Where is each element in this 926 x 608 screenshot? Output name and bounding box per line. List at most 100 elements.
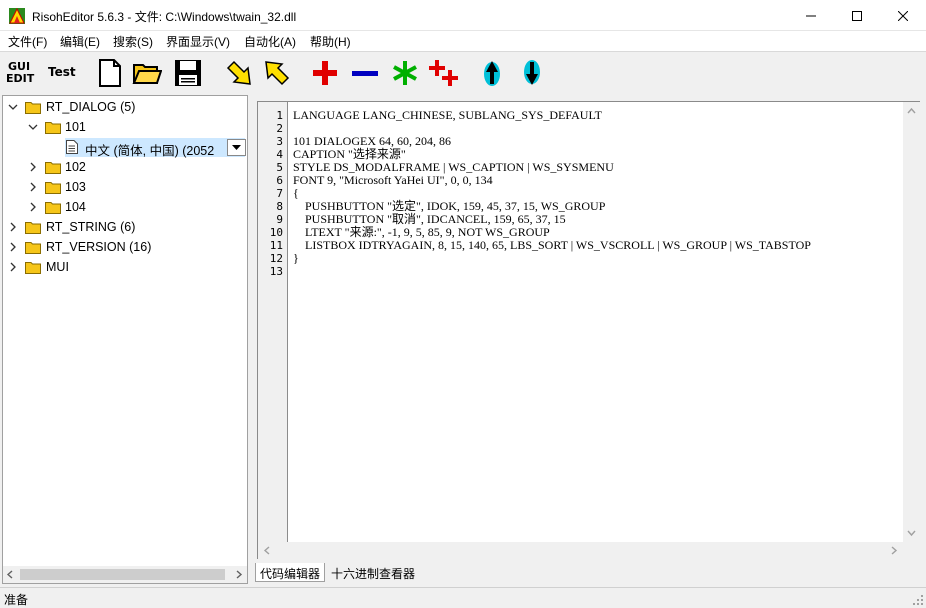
chevron-right-icon[interactable]	[8, 222, 18, 232]
scroll-up-icon[interactable]	[907, 107, 916, 115]
scroll-right-icon[interactable]	[890, 546, 898, 555]
tree-item-rt-version[interactable]: RT_VERSION (16)	[3, 237, 247, 257]
code-line[interactable]: LISTBOX IDTRYAGAIN, 8, 15, 140, 65, LBS_…	[293, 239, 811, 252]
tree-item-rt-dialog[interactable]: RT_DIALOG (5)	[3, 97, 247, 117]
add-multiple-icon[interactable]	[429, 58, 459, 88]
tab-hex-viewer[interactable]: 十六进制查看器	[327, 563, 419, 582]
folder-icon	[25, 262, 41, 274]
chevron-down-icon[interactable]	[28, 122, 38, 132]
open-folder-icon[interactable]	[132, 58, 162, 88]
menu-edit[interactable]: 编辑(E)	[60, 33, 100, 50]
test-label: Test	[48, 65, 76, 79]
line-number: 9	[276, 213, 283, 226]
chevron-right-icon[interactable]	[28, 202, 38, 212]
code-line[interactable]: }	[293, 252, 299, 265]
line-number: 2	[276, 122, 283, 135]
scrollbar-corner	[903, 542, 920, 559]
editor-pane: 1 2 3 4 5 6 7 8 9 10 11 12 13 LANGUAGE L…	[253, 95, 926, 584]
scroll-left-icon[interactable]	[263, 546, 271, 555]
tree-item-104[interactable]: 104	[3, 197, 247, 217]
new-file-icon[interactable]	[95, 58, 125, 88]
menu-help[interactable]: 帮助(H)	[310, 33, 351, 50]
title-bar[interactable]: RisohEditor 5.6.3 - 文件: C:\Windows\twain…	[0, 0, 926, 31]
tree-item-label: MUI	[46, 260, 69, 274]
chevron-down-icon[interactable]	[8, 102, 18, 112]
chevron-right-icon[interactable]	[8, 242, 18, 252]
scroll-left-icon[interactable]	[6, 570, 14, 579]
status-bar: 准备	[0, 587, 926, 608]
tree-item-label: RT_STRING (6)	[46, 220, 136, 234]
line-number: 13	[269, 265, 283, 278]
menu-automation[interactable]: 自动化(A)	[244, 33, 296, 50]
tree-item-102[interactable]: 102	[3, 157, 247, 177]
maximize-button[interactable]	[834, 0, 880, 31]
line-number: 7	[276, 187, 283, 200]
tree-item-101[interactable]: 101	[3, 117, 247, 137]
tab-code-editor[interactable]: 代码编辑器	[255, 563, 326, 582]
tree-item-mui[interactable]: MUI	[3, 257, 247, 277]
scroll-down-icon[interactable]	[907, 529, 916, 537]
tree-item-label: 103	[65, 180, 86, 194]
chevron-right-icon[interactable]	[28, 162, 38, 172]
code-line[interactable]: LANGUAGE LANG_CHINESE, SUBLANG_SYS_DEFAU…	[293, 109, 602, 122]
tree-item-103[interactable]: 103	[3, 177, 247, 197]
status-text: 准备	[4, 593, 29, 607]
navigate-down-icon[interactable]	[518, 58, 546, 88]
editor-horizontal-scrollbar[interactable]	[258, 542, 903, 559]
menu-view[interactable]: 界面显示(V)	[166, 33, 230, 50]
folder-icon	[45, 162, 61, 174]
tree-horizontal-scrollbar[interactable]	[3, 566, 247, 583]
maximize-icon	[852, 10, 862, 21]
tree-scroll-thumb[interactable]	[20, 569, 225, 580]
move-up-arrow-icon[interactable]	[262, 58, 292, 88]
toolbar: GUI EDIT Test	[0, 51, 926, 94]
line-number: 11	[269, 239, 283, 252]
editor-vertical-scrollbar[interactable]	[903, 102, 920, 542]
menu-search[interactable]: 搜索(S)	[113, 33, 153, 50]
gui-edit-line1: GUI	[8, 60, 31, 73]
caret-down-icon	[232, 145, 241, 150]
code-line[interactable]: FONT 9, "Microsoft YaHei UI", 0, 0, 134	[293, 174, 493, 187]
line-number: 1	[276, 109, 283, 122]
line-number: 5	[276, 161, 283, 174]
gui-edit-button[interactable]: GUI EDIT	[6, 60, 36, 86]
gui-edit-line2: EDIT	[6, 72, 35, 85]
folder-icon	[45, 202, 61, 214]
close-icon	[898, 10, 908, 21]
tree-item-label: 101	[65, 120, 86, 134]
resize-grip-icon[interactable]	[912, 594, 924, 606]
close-button[interactable]	[880, 0, 926, 31]
tree-item-label: 104	[65, 200, 86, 214]
folder-icon	[25, 242, 41, 254]
folder-icon	[45, 182, 61, 194]
delete-icon[interactable]	[350, 58, 380, 88]
resource-tree[interactable]: RT_DIALOG (5) 101 中文 (简体, 中国) (2052 102 …	[2, 95, 248, 584]
window-title: RisohEditor 5.6.3 - 文件: C:\Windows\twain…	[32, 10, 297, 24]
folder-icon	[45, 122, 61, 134]
scroll-right-icon[interactable]	[235, 570, 243, 579]
save-icon[interactable]	[173, 58, 203, 88]
folder-icon	[25, 102, 41, 114]
test-button[interactable]: Test	[44, 62, 78, 84]
document-icon	[66, 140, 78, 154]
edit-star-icon[interactable]	[390, 58, 420, 88]
minimize-icon	[806, 15, 816, 16]
add-icon[interactable]	[310, 58, 340, 88]
folder-icon	[25, 222, 41, 234]
line-number: 4	[276, 148, 283, 161]
tree-item-label: RT_VERSION (16)	[46, 240, 152, 254]
code-editor[interactable]: 1 2 3 4 5 6 7 8 9 10 11 12 13 LANGUAGE L…	[257, 101, 920, 559]
chevron-right-icon[interactable]	[8, 262, 18, 272]
line-number: 6	[276, 174, 283, 187]
minimize-button[interactable]	[788, 0, 834, 31]
tree-item-rt-string[interactable]: RT_STRING (6)	[3, 217, 247, 237]
tree-item-language[interactable]: 中文 (简体, 中国) (2052	[3, 137, 247, 158]
app-icon	[9, 8, 25, 24]
language-dropdown-button[interactable]	[227, 139, 246, 156]
move-down-arrow-icon[interactable]	[224, 58, 254, 88]
line-number: 12	[269, 252, 283, 265]
menu-bar: 文件(F) 编辑(E) 搜索(S) 界面显示(V) 自动化(A) 帮助(H)	[0, 31, 926, 51]
navigate-up-icon[interactable]	[478, 58, 506, 88]
menu-file[interactable]: 文件(F)	[8, 33, 47, 50]
chevron-right-icon[interactable]	[28, 182, 38, 192]
